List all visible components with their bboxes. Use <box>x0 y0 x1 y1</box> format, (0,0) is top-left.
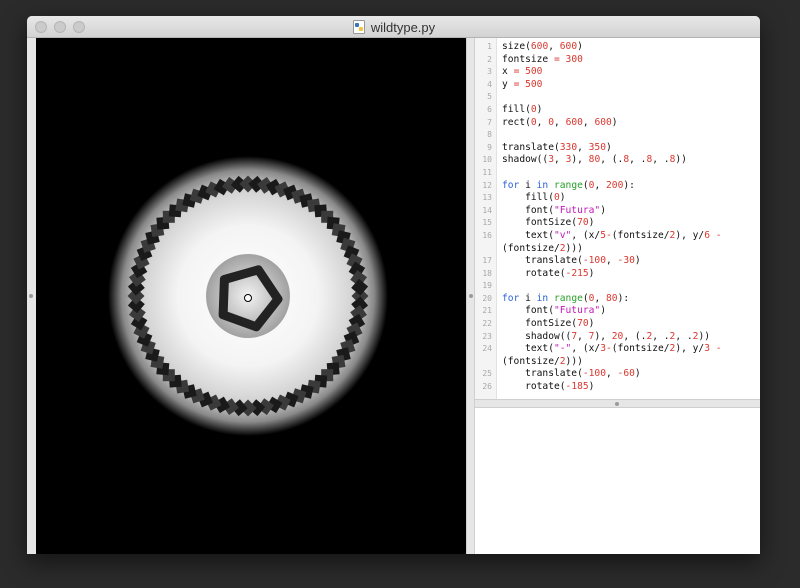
line-number: 9 <box>487 142 492 152</box>
line-number: 14 <box>482 205 492 215</box>
line-number: 11 <box>482 167 492 177</box>
code-text[interactable]: font("Futura") <box>502 205 606 218</box>
code-text[interactable]: y = 500 <box>502 79 542 92</box>
code-text[interactable]: rotate(-215) <box>502 268 594 281</box>
rendered-artwork <box>36 38 466 554</box>
horizontal-splitter-grip[interactable] <box>615 402 619 406</box>
code-line[interactable]: 9 translate(330, 350) <box>475 142 760 155</box>
code-text[interactable]: translate(-100, -60) <box>502 368 641 381</box>
line-number: 3 <box>487 67 492 77</box>
code-line[interactable]: 3 x = 500 <box>475 66 760 79</box>
code-line[interactable]: (fontsize/2))) <box>475 243 760 256</box>
code-line[interactable]: 5 <box>475 91 760 104</box>
code-text[interactable]: font("Futura") <box>502 305 606 318</box>
code-line[interactable]: 6 fill(0) <box>475 104 760 117</box>
code-text[interactable]: shadow((7, 7), 20, (.2, .2, .2)) <box>502 331 710 344</box>
line-number: 23 <box>482 331 492 341</box>
code-line[interactable]: 1 size(600, 600) <box>475 41 760 54</box>
line-number: 20 <box>482 293 492 303</box>
line-number: 7 <box>487 117 492 127</box>
code-text[interactable]: fontSize(70) <box>502 217 594 230</box>
code-line[interactable]: 17 translate(-100, -30) <box>475 255 760 268</box>
line-number: 5 <box>487 92 492 102</box>
line-number: 12 <box>482 180 492 190</box>
code-line[interactable]: 16 text("v", (x/5-(fontsize/2), y/6 - <box>475 230 760 243</box>
python-file-icon <box>352 20 365 34</box>
code-line[interactable]: 19 <box>475 280 760 293</box>
app-window: wildtype.py 1 size(600, 600) 2 fontsize … <box>27 16 760 554</box>
window-title: wildtype.py <box>370 19 436 35</box>
code-line[interactable]: 20 for i in range(0, 80): <box>475 293 760 306</box>
code-line[interactable]: 13 fill(0) <box>475 192 760 205</box>
code-line[interactable]: 26 rotate(-185) <box>475 381 760 394</box>
line-number: 4 <box>487 79 492 89</box>
line-number: 22 <box>482 319 492 329</box>
code-text[interactable]: for i in range(0, 80): <box>502 293 629 306</box>
horizontal-splitter[interactable] <box>475 399 760 408</box>
code-text[interactable]: text("v", (x/5-(fontsize/2), y/6 - <box>502 230 721 243</box>
code-text[interactable]: rect(0, 0, 600, 600) <box>502 117 618 130</box>
output-console[interactable] <box>475 408 760 554</box>
vertical-splitter-grip[interactable] <box>469 294 473 298</box>
line-number: 19 <box>482 281 492 291</box>
code-line[interactable]: 23 shadow((7, 7), 20, (.2, .2, .2)) <box>475 331 760 344</box>
code-text[interactable]: fontsize = 300 <box>502 54 583 67</box>
code-text[interactable]: (fontsize/2))) <box>502 356 583 369</box>
code-text[interactable]: x = 500 <box>502 66 542 79</box>
code-line[interactable]: 12 for i in range(0, 200): <box>475 180 760 193</box>
code-line[interactable]: 22 fontSize(70) <box>475 318 760 331</box>
code-text[interactable]: (fontsize/2))) <box>502 243 583 256</box>
code-line[interactable]: 11 <box>475 167 760 180</box>
drawing-canvas <box>36 38 466 554</box>
line-number: 15 <box>482 218 492 228</box>
code-text[interactable]: fontSize(70) <box>502 318 594 331</box>
code-line[interactable]: (fontsize/2))) <box>475 356 760 369</box>
code-text[interactable]: shadow((3, 3), 80, (.8, .8, .8)) <box>502 154 687 167</box>
code-line[interactable]: 8 <box>475 129 760 142</box>
code-text[interactable]: for i in range(0, 200): <box>502 180 635 193</box>
line-number: 2 <box>487 54 492 64</box>
line-number: 21 <box>482 306 492 316</box>
line-number: 1 <box>487 42 492 51</box>
code-text[interactable]: text("-", (x/3-(fontsize/2), y/3 - <box>502 343 721 356</box>
line-number: 10 <box>482 155 492 165</box>
code-line[interactable]: 4 y = 500 <box>475 79 760 92</box>
left-pane-edge <box>27 38 36 554</box>
code-lines[interactable]: 1 size(600, 600) 2 fontsize = 300 3 x = 500 4 y… <box>475 41 760 394</box>
left-splitter-grip[interactable] <box>29 294 33 298</box>
line-number: 16 <box>482 230 492 240</box>
code-line[interactable]: 14 font("Futura") <box>475 205 760 218</box>
line-number: 26 <box>482 382 492 392</box>
code-text[interactable]: rotate(-185) <box>502 381 594 394</box>
code-line[interactable]: 18 rotate(-215) <box>475 268 760 281</box>
code-editor[interactable]: 1 size(600, 600) 2 fontsize = 300 3 x = 500 4 y… <box>475 38 760 399</box>
line-number: 6 <box>487 104 492 114</box>
code-line[interactable]: 21 font("Futura") <box>475 305 760 318</box>
code-text[interactable]: size(600, 600) <box>502 41 583 54</box>
center-dot <box>244 294 252 302</box>
code-line[interactable]: 24 text("-", (x/3-(fontsize/2), y/3 - <box>475 343 760 356</box>
line-number: 18 <box>482 268 492 278</box>
code-line[interactable]: 15 fontSize(70) <box>475 217 760 230</box>
code-text[interactable]: translate(330, 350) <box>502 142 612 155</box>
code-text[interactable]: fill(0) <box>502 104 542 117</box>
title-bar[interactable]: wildtype.py <box>27 16 760 38</box>
line-number: 8 <box>487 130 492 140</box>
code-text[interactable]: fill(0) <box>502 192 565 205</box>
window-title-wrap: wildtype.py <box>27 16 760 38</box>
code-line[interactable]: 10 shadow((3, 3), 80, (.8, .8, .8)) <box>475 154 760 167</box>
line-number: 25 <box>482 369 492 379</box>
code-line[interactable]: 2 fontsize = 300 <box>475 54 760 67</box>
code-line[interactable]: 7 rect(0, 0, 600, 600) <box>475 117 760 130</box>
code-line[interactable]: 25 translate(-100, -60) <box>475 368 760 381</box>
code-text[interactable]: translate(-100, -30) <box>502 255 641 268</box>
line-number: 13 <box>482 193 492 203</box>
line-number: 17 <box>482 256 492 266</box>
line-number: 24 <box>482 344 492 354</box>
vertical-splitter[interactable] <box>466 38 475 554</box>
